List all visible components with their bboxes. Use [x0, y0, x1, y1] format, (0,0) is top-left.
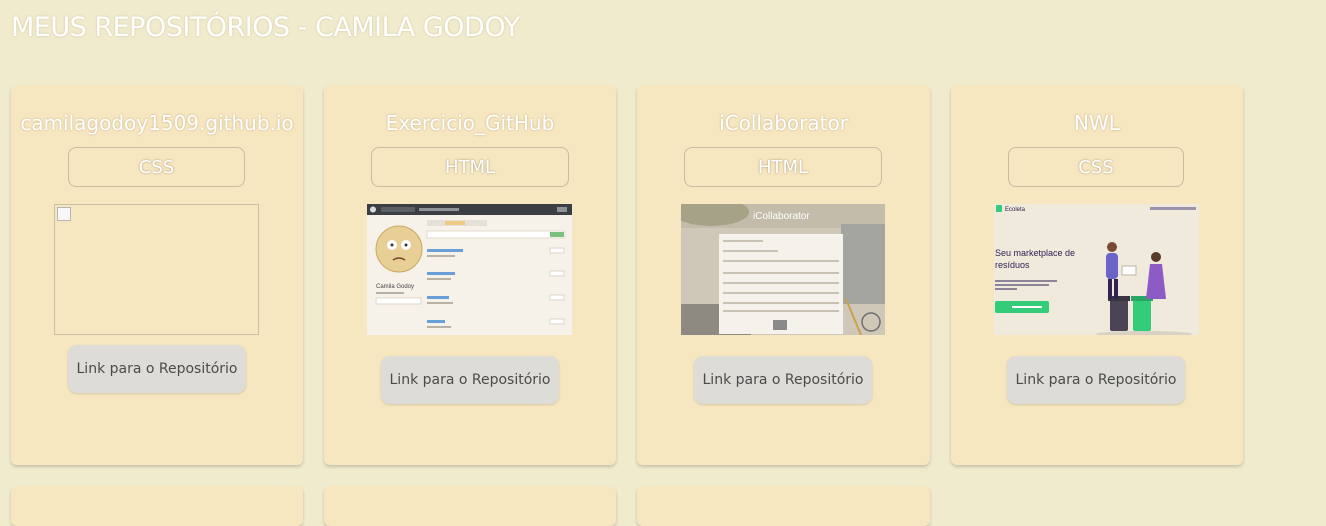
thumb-profile-name: Camila Godoy: [376, 284, 414, 290]
repo-card-partial: [11, 486, 303, 526]
repo-card: iCollaborator HTML iCollaborator Link pa…: [637, 85, 930, 465]
icollaborator-screenshot-image: iCollaborator: [681, 204, 885, 335]
repo-card: Exercicio_GitHub HTML Camila Godoy Link …: [324, 85, 616, 465]
repo-card-partial: [637, 486, 930, 526]
language-badge: HTML: [371, 147, 569, 187]
ecoleta-screenshot-image: Ecoleta Seu marketplace de resíduos: [994, 204, 1199, 335]
repo-name: camilagodoy1509.github.io: [20, 111, 294, 135]
repo-card: NWL CSS Ecoleta Seu marketplace de resíd…: [951, 85, 1243, 465]
repo-thumbnail: Camila Godoy: [367, 204, 572, 335]
repo-card: camilagodoy1509.github.io CSS Link para …: [11, 85, 303, 465]
repo-name: iCollaborator: [719, 111, 848, 135]
github-profile-screenshot-image: Camila Godoy: [367, 204, 572, 335]
thumb-brand: iCollaborator: [753, 211, 810, 222]
thumb-brand: Ecoleta: [1005, 207, 1026, 213]
repo-link-button[interactable]: Link para o Repositório: [1007, 356, 1185, 404]
repo-grid: camilagodoy1509.github.io CSS Link para …: [0, 0, 1326, 526]
language-badge: CSS: [68, 147, 245, 187]
repo-link-button[interactable]: Link para o Repositório: [694, 356, 872, 404]
broken-image-icon: [57, 207, 71, 221]
language-badge: CSS: [1008, 147, 1184, 187]
repo-name: Exercicio_GitHub: [385, 111, 555, 135]
repo-link-button[interactable]: Link para o Repositório: [68, 345, 246, 393]
repo-thumbnail: [54, 204, 259, 335]
thumb-headline: Seu marketplace de resíduos: [995, 248, 1076, 270]
language-badge: HTML: [684, 147, 882, 187]
repo-link-button[interactable]: Link para o Repositório: [381, 356, 559, 404]
repo-thumbnail: iCollaborator: [681, 204, 885, 335]
repo-card-partial: [324, 486, 616, 526]
repo-name: NWL: [1074, 111, 1120, 135]
repo-thumbnail: Ecoleta Seu marketplace de resíduos: [994, 204, 1199, 335]
